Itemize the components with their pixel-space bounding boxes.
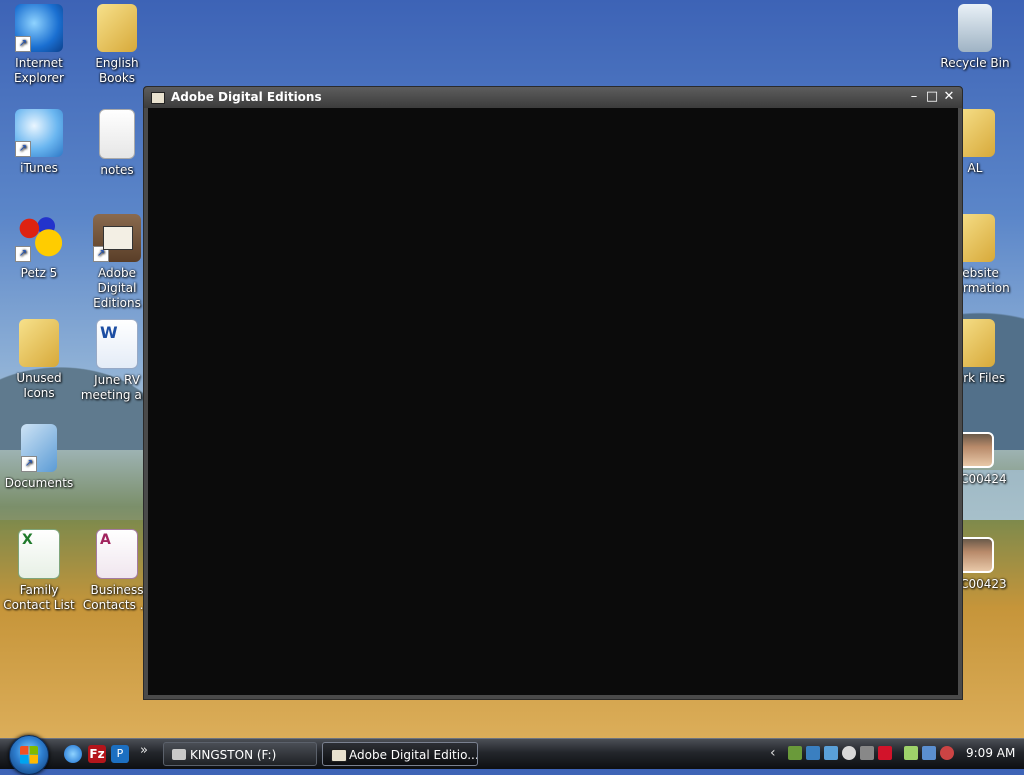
taskbar-button-adobe-digital-editions[interactable]: Adobe Digital Editio... (322, 742, 478, 766)
window-content-area[interactable] (148, 108, 958, 695)
tray-app-icon[interactable] (788, 746, 802, 760)
taskbar-clock[interactable]: 9:09 AM (966, 746, 1015, 760)
tray-network-icon[interactable] (806, 746, 820, 760)
desktop-icon-label: Petz 5 (20, 266, 58, 280)
drive-icon (172, 749, 186, 760)
adobe-digital-editions-icon (331, 749, 347, 762)
internet-explorer-icon: ↗ (15, 4, 63, 52)
tray-volume-muted-icon[interactable] (940, 746, 954, 760)
adobe-digital-editions-window: Adobe Digital Editions – □ ✕ (143, 86, 963, 700)
desktop-icon-internet-explorer[interactable]: ↗ Internet Explorer (0, 2, 78, 102)
shortcut-arrow-icon: ↗ (15, 246, 31, 262)
access-document-icon (96, 529, 138, 579)
tray-security-alert-icon[interactable] (842, 746, 856, 760)
tray-bluetooth-icon[interactable] (824, 746, 838, 760)
minimize-button[interactable]: – (906, 89, 922, 105)
desktop-icon-documents[interactable]: ↗ Documents (0, 422, 78, 522)
desktop-icon-label: iTunes (20, 161, 58, 175)
adobe-digital-editions-icon (151, 92, 165, 104)
desktop-icon-label: English Books (95, 56, 139, 85)
word-document-icon (96, 319, 138, 369)
shortcut-arrow-icon: ↗ (15, 36, 31, 52)
folder-icon (97, 4, 137, 52)
desktop-icon-label: Documents (4, 476, 74, 490)
recycle-bin-icon (958, 4, 992, 52)
desktop-icon-label: Family Contact List (3, 583, 75, 612)
desktop-icon-label: Recycle Bin (940, 56, 1010, 70)
start-button[interactable] (9, 735, 49, 775)
tray-power-icon[interactable] (904, 746, 918, 760)
taskbar-button-kingston-drive[interactable]: KINGSTON (F:) (163, 742, 317, 766)
tray-connection-icon[interactable] (922, 746, 936, 760)
quick-launch-more-chevron-icon[interactable]: » (140, 743, 158, 761)
shortcut-arrow-icon: ↗ (21, 456, 37, 472)
quick-launch-filezilla-icon[interactable]: Fz (88, 745, 106, 763)
petz-icon: ↗ (15, 214, 63, 262)
taskbar: Fz P » KINGSTON (F:) Adobe Digital Editi… (0, 735, 1024, 775)
quick-launch-internet-explorer-icon[interactable] (64, 745, 82, 763)
folder-icon (19, 319, 59, 367)
close-button[interactable]: ✕ (941, 89, 957, 105)
excel-document-icon (18, 529, 60, 579)
desktop-icon-petz-5[interactable]: ↗ Petz 5 (0, 212, 78, 312)
desktop-icon-unused-icons[interactable]: Unused Icons (0, 317, 78, 417)
tray-mcafee-icon[interactable] (878, 746, 892, 760)
maximize-button[interactable]: □ (924, 89, 940, 105)
taskbar-button-label: Adobe Digital Editio... (349, 748, 478, 762)
shortcut-arrow-icon: ↗ (93, 246, 109, 262)
itunes-icon: ↗ (15, 109, 63, 157)
shortcut-arrow-icon: ↗ (15, 141, 31, 157)
quick-launch-publisher-icon[interactable]: P (111, 745, 129, 763)
taskbar-button-label: KINGSTON (F:) (190, 748, 277, 762)
desktop-icon-label: Unused Icons (16, 371, 62, 400)
adobe-digital-editions-icon: ↗ (93, 214, 141, 262)
desktop-icon-itunes[interactable]: ↗ iTunes (0, 107, 78, 207)
documents-icon: ↗ (21, 424, 57, 472)
desktop-icon-label: Internet Explorer (14, 56, 64, 85)
show-hidden-icons-chevron-icon[interactable]: ‹ (770, 745, 776, 761)
window-title: Adobe Digital Editions (171, 90, 322, 104)
desktop-icon-family-contact-list[interactable]: Family Contact List (0, 527, 78, 627)
window-titlebar[interactable]: Adobe Digital Editions – □ ✕ (144, 87, 962, 108)
text-document-icon (99, 109, 135, 159)
tray-usb-icon[interactable] (860, 746, 874, 760)
system-tray: ‹ 9:09 AM (768, 739, 1024, 769)
